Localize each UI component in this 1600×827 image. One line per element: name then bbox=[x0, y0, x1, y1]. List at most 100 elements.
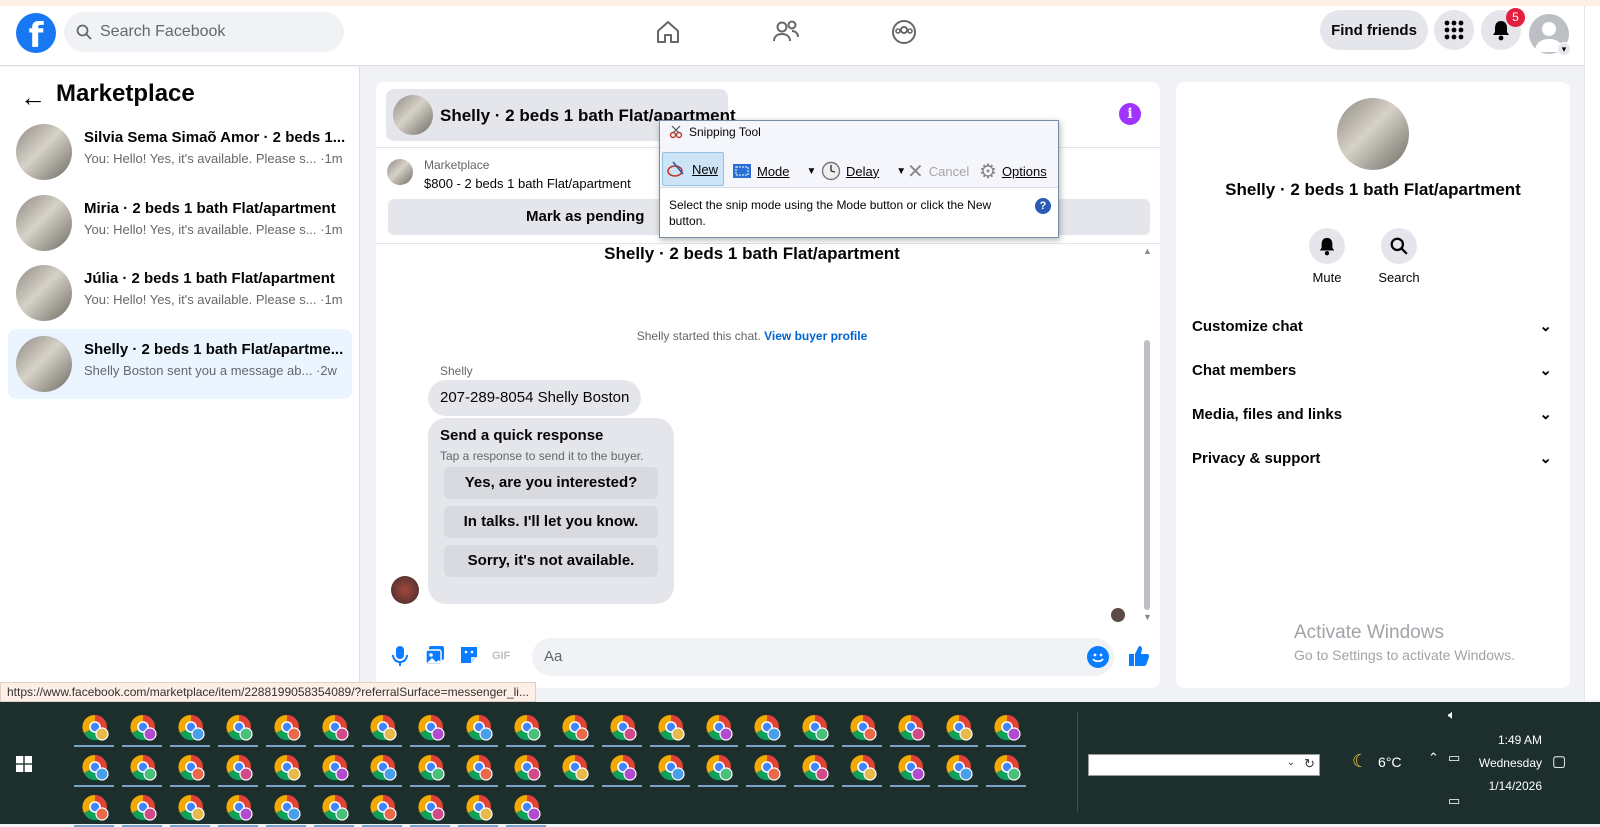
info-icon[interactable]: i bbox=[1119, 103, 1141, 125]
page-scrollbar[interactable] bbox=[1584, 6, 1600, 700]
scroll-down-arrow-icon[interactable]: ▼ bbox=[1143, 612, 1152, 622]
taskbar-chrome-icon[interactable] bbox=[368, 792, 398, 822]
taskbar-chrome-icon[interactable] bbox=[464, 712, 494, 742]
taskbar-chrome-icon[interactable] bbox=[176, 712, 206, 742]
taskbar-chrome-icon[interactable] bbox=[848, 712, 878, 742]
quick-response-button[interactable]: In talks. I'll let you know. bbox=[444, 506, 658, 538]
taskbar-chrome-icon[interactable] bbox=[800, 752, 830, 782]
taskbar-chrome-icon[interactable] bbox=[320, 792, 350, 822]
media-files-links-row[interactable]: Media, files and links ⌄ bbox=[1192, 394, 1552, 434]
sender-avatar[interactable] bbox=[391, 576, 419, 604]
quick-response-button[interactable]: Sorry, it's not available. bbox=[444, 545, 658, 577]
conversation-item[interactable]: Júlia · 2 beds 1 bath Flat/apartment You… bbox=[8, 258, 352, 328]
taskbar-chrome-icon[interactable] bbox=[80, 792, 110, 822]
taskbar-chrome-icon[interactable] bbox=[224, 792, 254, 822]
snip-new-button[interactable]: New bbox=[662, 152, 724, 186]
taskbar-chrome-icon[interactable] bbox=[656, 752, 686, 782]
friends-nav-icon[interactable] bbox=[762, 10, 810, 54]
account-chevron-icon[interactable]: ▾ bbox=[1557, 42, 1571, 56]
chat-scrollbar-thumb[interactable] bbox=[1144, 340, 1150, 610]
taskbar-chrome-icon[interactable] bbox=[224, 712, 254, 742]
snip-delay-button[interactable]: Delay ▼ bbox=[821, 158, 906, 184]
camera-icon[interactable]: ▭ bbox=[1448, 750, 1460, 766]
microphone-icon[interactable] bbox=[390, 644, 414, 668]
taskbar-chrome-icon[interactable] bbox=[128, 712, 158, 742]
mute-button[interactable]: Mute bbox=[1297, 228, 1357, 285]
taskbar-chrome-icon[interactable] bbox=[80, 752, 110, 782]
notification-center-icon[interactable]: ▢ bbox=[1552, 752, 1566, 770]
taskbar-chrome-icon[interactable] bbox=[512, 752, 542, 782]
back-arrow-icon[interactable]: ← bbox=[20, 82, 46, 113]
help-icon[interactable]: ? bbox=[1035, 198, 1051, 214]
taskbar-chrome-icon[interactable] bbox=[272, 712, 302, 742]
chevron-down-icon[interactable]: ▼ bbox=[807, 166, 817, 177]
taskbar-chrome-icon[interactable] bbox=[464, 752, 494, 782]
taskbar-chrome-icon[interactable] bbox=[416, 792, 446, 822]
taskbar-chrome-icon[interactable] bbox=[176, 752, 206, 782]
refresh-icon[interactable]: ↻ bbox=[1304, 756, 1318, 772]
snip-options-button[interactable]: ⚙ Options bbox=[979, 158, 1047, 184]
scroll-up-arrow-icon[interactable]: ▲ bbox=[1143, 246, 1152, 256]
taskbar-chrome-icon[interactable] bbox=[992, 752, 1022, 782]
search-conversation-button[interactable]: Search bbox=[1369, 228, 1429, 285]
taskbar-chrome-icon[interactable] bbox=[608, 752, 638, 782]
taskbar-chrome-icon[interactable] bbox=[992, 712, 1022, 742]
chevron-down-icon[interactable]: ▼ bbox=[896, 166, 906, 177]
taskbar-chrome-icon[interactable] bbox=[320, 712, 350, 742]
taskbar-chrome-icon[interactable] bbox=[416, 712, 446, 742]
taskbar-chrome-icon[interactable] bbox=[512, 792, 542, 822]
find-friends-button[interactable]: Find friends bbox=[1320, 10, 1428, 50]
home-nav-icon[interactable] bbox=[644, 10, 692, 54]
weather-widget[interactable]: ☾ 6°C bbox=[1352, 751, 1402, 772]
taskbar-chrome-icon[interactable] bbox=[416, 752, 446, 782]
search-facebook-input[interactable]: Search Facebook bbox=[64, 12, 344, 52]
network-icon[interactable]: ▭ bbox=[1448, 793, 1460, 809]
chevron-up-icon[interactable]: ⌃ bbox=[1428, 750, 1439, 766]
sticker-icon[interactable] bbox=[458, 644, 482, 668]
conversation-item-active[interactable]: Shelly · 2 beds 1 bath Flat/apartme... S… bbox=[8, 329, 352, 399]
taskbar-chrome-icon[interactable] bbox=[944, 712, 974, 742]
customize-chat-row[interactable]: Customize chat ⌄ bbox=[1192, 306, 1552, 346]
listing-price-title[interactable]: $800 - 2 beds 1 bath Flat/apartment bbox=[424, 176, 631, 191]
clock-day[interactable]: Wednesday bbox=[1466, 756, 1542, 770]
taskbar-chrome-icon[interactable] bbox=[800, 712, 830, 742]
message-input[interactable]: Aa bbox=[532, 638, 1114, 676]
taskbar-chrome-icon[interactable] bbox=[704, 712, 734, 742]
conversation-item[interactable]: Miria · 2 beds 1 bath Flat/apartment You… bbox=[8, 188, 352, 258]
taskbar-chrome-icon[interactable] bbox=[128, 752, 158, 782]
photo-icon[interactable] bbox=[424, 644, 448, 668]
taskbar-chrome-icon[interactable] bbox=[464, 792, 494, 822]
taskbar-chrome-icon[interactable] bbox=[896, 752, 926, 782]
taskbar-chrome-icon[interactable] bbox=[752, 752, 782, 782]
volume-icon[interactable]: 🔈︎ bbox=[1448, 707, 1456, 723]
quick-response-button[interactable]: Yes, are you interested? bbox=[444, 467, 658, 499]
taskbar-chrome-icon[interactable] bbox=[128, 792, 158, 822]
taskbar-chrome-icon[interactable] bbox=[560, 752, 590, 782]
taskbar-chrome-icon[interactable] bbox=[944, 752, 974, 782]
chevron-down-icon[interactable]: ⌄ bbox=[1287, 757, 1295, 768]
taskbar-chrome-icon[interactable] bbox=[368, 712, 398, 742]
groups-nav-icon[interactable] bbox=[880, 10, 928, 54]
taskbar-chrome-icon[interactable] bbox=[560, 712, 590, 742]
conversation-item[interactable]: Silvia Sema Simaõ Amor · 2 beds 1... You… bbox=[8, 117, 352, 187]
emoji-icon[interactable] bbox=[1087, 646, 1109, 668]
listing-avatar[interactable] bbox=[1337, 98, 1409, 170]
snip-mode-button[interactable]: Mode ▼ bbox=[732, 158, 816, 184]
gif-icon[interactable]: GIF bbox=[492, 644, 516, 668]
taskbar-chrome-icon[interactable] bbox=[704, 752, 734, 782]
listing-thumbnail[interactable] bbox=[387, 159, 413, 185]
taskbar-chrome-icon[interactable] bbox=[368, 752, 398, 782]
taskbar-chrome-icon[interactable] bbox=[848, 752, 878, 782]
chat-members-row[interactable]: Chat members ⌄ bbox=[1192, 350, 1552, 390]
view-buyer-profile-link[interactable]: View buyer profile bbox=[764, 329, 867, 343]
privacy-support-row[interactable]: Privacy & support ⌄ bbox=[1192, 438, 1552, 478]
taskbar-chrome-icon[interactable] bbox=[656, 712, 686, 742]
taskbar-chrome-icon[interactable] bbox=[752, 712, 782, 742]
taskbar-address-box[interactable]: ⌄ bbox=[1088, 754, 1320, 776]
taskbar-chrome-icon[interactable] bbox=[896, 712, 926, 742]
taskbar-chrome-icon[interactable] bbox=[80, 712, 110, 742]
taskbar-chrome-icon[interactable] bbox=[224, 752, 254, 782]
clock-date[interactable]: 1/14/2026 bbox=[1466, 779, 1542, 793]
menu-grid-button[interactable] bbox=[1434, 10, 1474, 50]
taskbar-chrome-icon[interactable] bbox=[512, 712, 542, 742]
